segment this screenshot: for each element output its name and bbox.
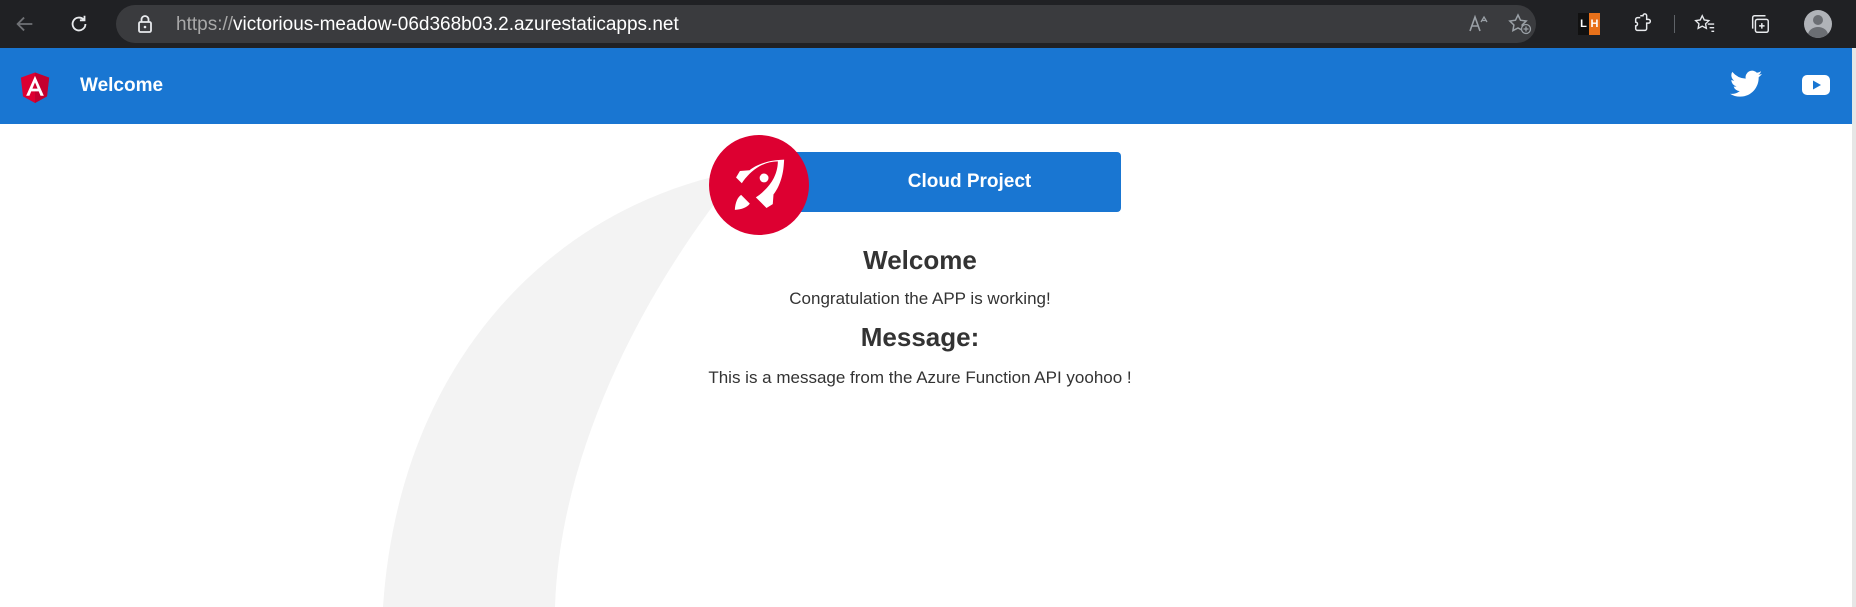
- url-host: victorious-meadow-06d368b03.2.azurestati…: [233, 14, 679, 35]
- url-protocol: https://: [176, 14, 234, 35]
- message-heading: Message:: [860, 322, 980, 352]
- youtube-icon[interactable]: [1802, 74, 1830, 101]
- welcome-heading: Welcome: [863, 245, 977, 275]
- address-bar[interactable]: https://victorious-meadow-06d368b03.2.az…: [116, 5, 1536, 43]
- toolbar-divider: [1674, 15, 1675, 33]
- profile-avatar[interactable]: [1804, 10, 1832, 38]
- scrollbar[interactable]: [1852, 48, 1856, 607]
- twitter-icon[interactable]: [1730, 70, 1762, 103]
- angular-logo-icon: [16, 66, 54, 113]
- lighthouse-extension-icon[interactable]: L H: [1578, 13, 1600, 35]
- welcome-text: Congratulation the APP is working!: [789, 289, 1051, 308]
- collections-icon[interactable]: [1747, 11, 1773, 37]
- message-text: This is a message from the Azure Functio…: [708, 368, 1132, 387]
- rocket-icon: [709, 135, 809, 235]
- add-favorite-icon[interactable]: [1508, 13, 1532, 35]
- extension-label-l: L: [1580, 18, 1587, 30]
- extensions-icon[interactable]: [1630, 11, 1656, 37]
- url-text[interactable]: https://victorious-meadow-06d368b03.2.az…: [176, 14, 679, 36]
- toolbar-title: Welcome: [80, 75, 164, 96]
- read-aloud-icon[interactable]: [1468, 14, 1490, 34]
- favorites-icon[interactable]: [1692, 11, 1718, 37]
- card-label: Cloud Project: [907, 171, 1032, 192]
- back-icon[interactable]: [12, 11, 38, 37]
- extension-label-h: H: [1589, 13, 1600, 35]
- app-toolbar: Welcome: [0, 48, 1852, 124]
- refresh-icon[interactable]: [66, 11, 92, 37]
- lock-icon[interactable]: [136, 14, 154, 34]
- browser-toolbar: https://victorious-meadow-06d368b03.2.az…: [0, 0, 1856, 48]
- cloud-project-card[interactable]: Cloud Project: [760, 152, 1121, 212]
